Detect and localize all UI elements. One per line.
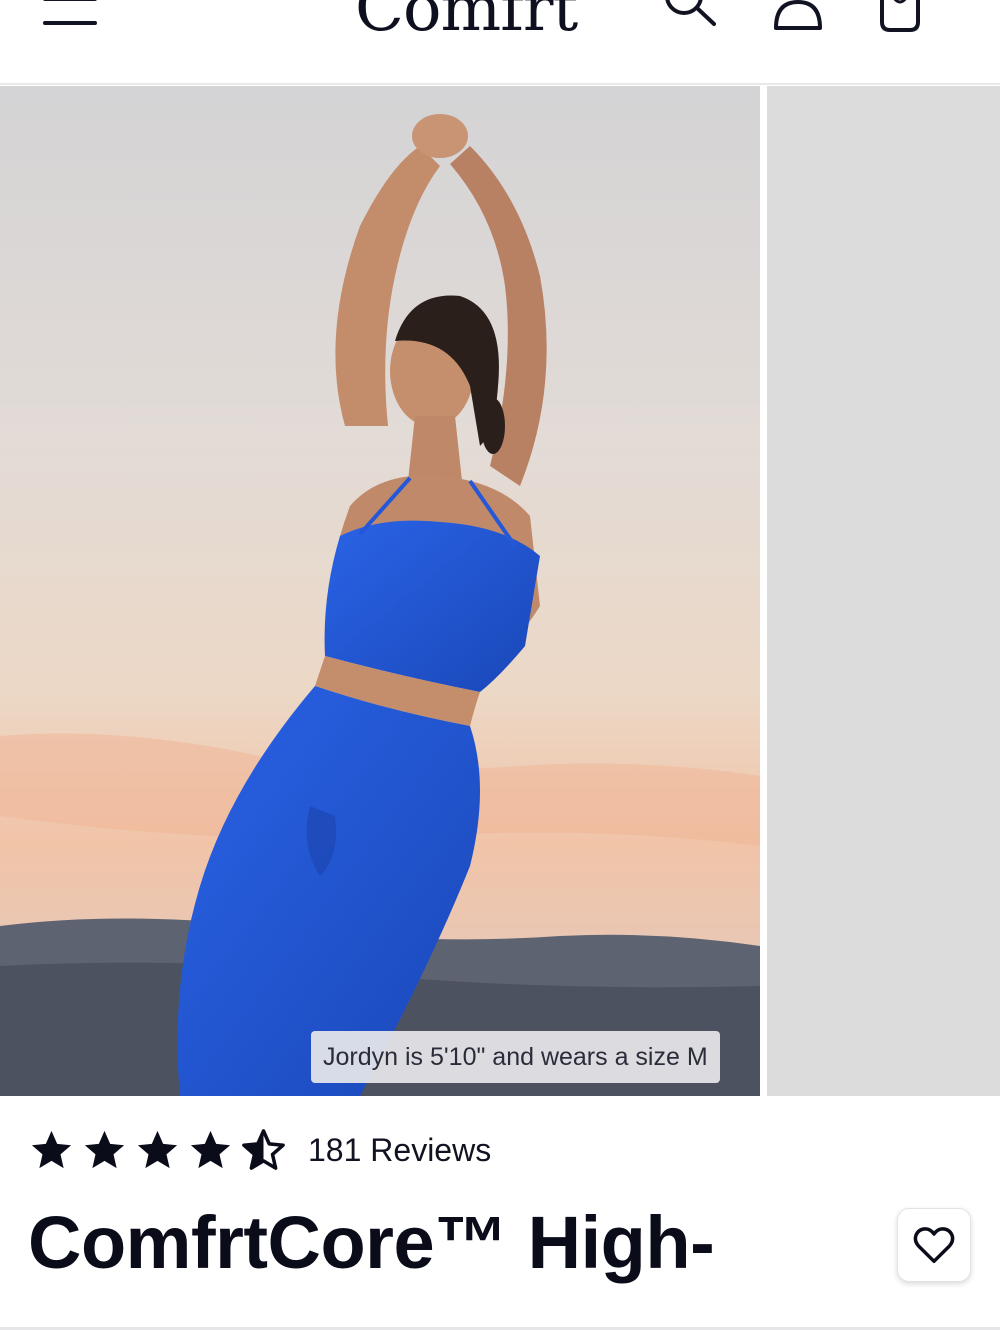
heart-icon <box>913 1227 955 1264</box>
product-title: ComfrtCore™ High- <box>28 1201 715 1284</box>
rating-stars <box>28 1127 293 1174</box>
star-icon <box>81 1127 128 1174</box>
star-icon <box>134 1127 181 1174</box>
product-image-main[interactable] <box>0 86 760 1096</box>
site-header: Comfrt <box>0 0 1000 85</box>
half-star-icon <box>240 1127 287 1174</box>
product-image-gallery[interactable]: Jordyn is 5'10" and wears a size M <box>0 86 1000 1096</box>
user-icon[interactable] <box>770 0 826 40</box>
brand-logo[interactable]: Comfrt <box>355 0 578 46</box>
shopping-bag-icon[interactable] <box>872 0 928 40</box>
star-icon <box>28 1127 75 1174</box>
search-icon[interactable] <box>660 0 716 40</box>
add-to-wishlist-button[interactable] <box>897 1208 971 1282</box>
reviews-count-link[interactable]: 181 Reviews <box>308 1132 491 1169</box>
model-size-caption: Jordyn is 5'10" and wears a size M <box>311 1031 720 1083</box>
hamburger-menu-icon[interactable] <box>40 0 100 30</box>
product-image-next[interactable] <box>767 86 1000 1096</box>
product-rating[interactable]: 181 Reviews <box>28 1125 491 1175</box>
star-icon <box>187 1127 234 1174</box>
